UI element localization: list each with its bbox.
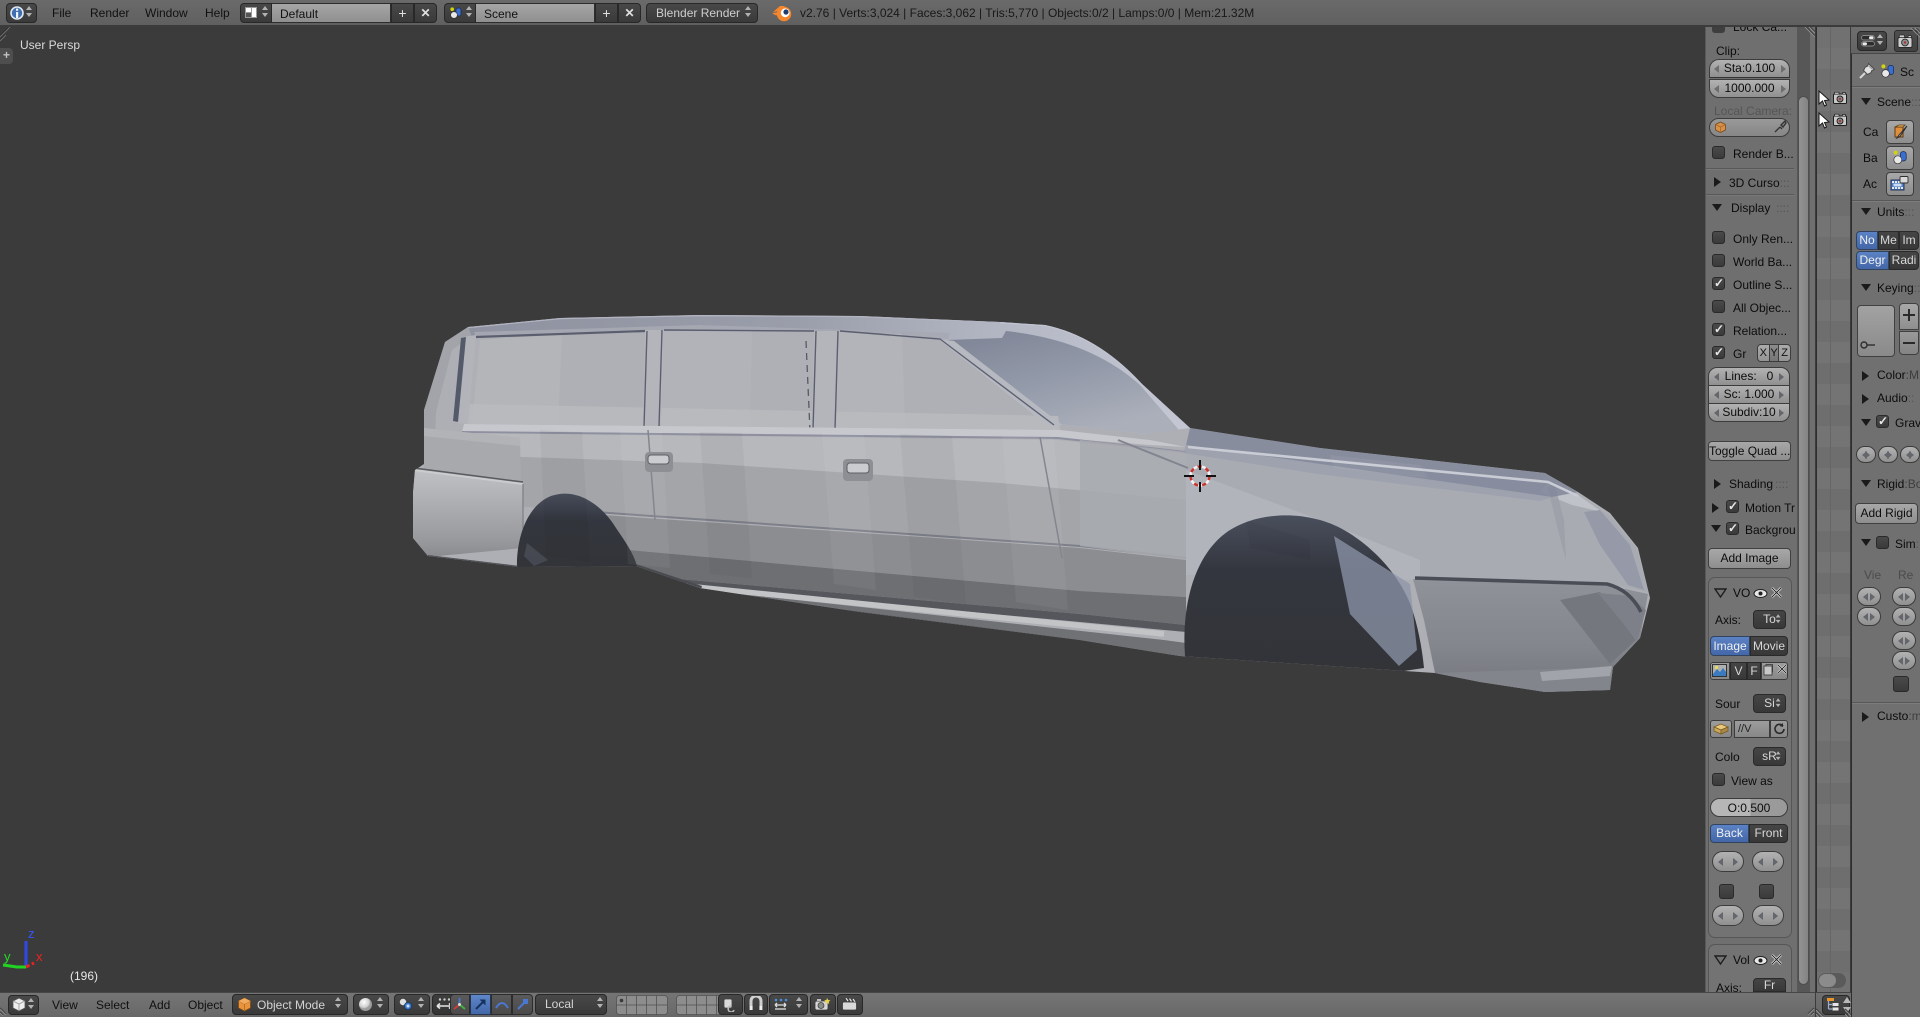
svg-text:y: y: [4, 949, 11, 964]
svg-text:x: x: [36, 949, 43, 964]
svg-text:z: z: [28, 926, 35, 941]
